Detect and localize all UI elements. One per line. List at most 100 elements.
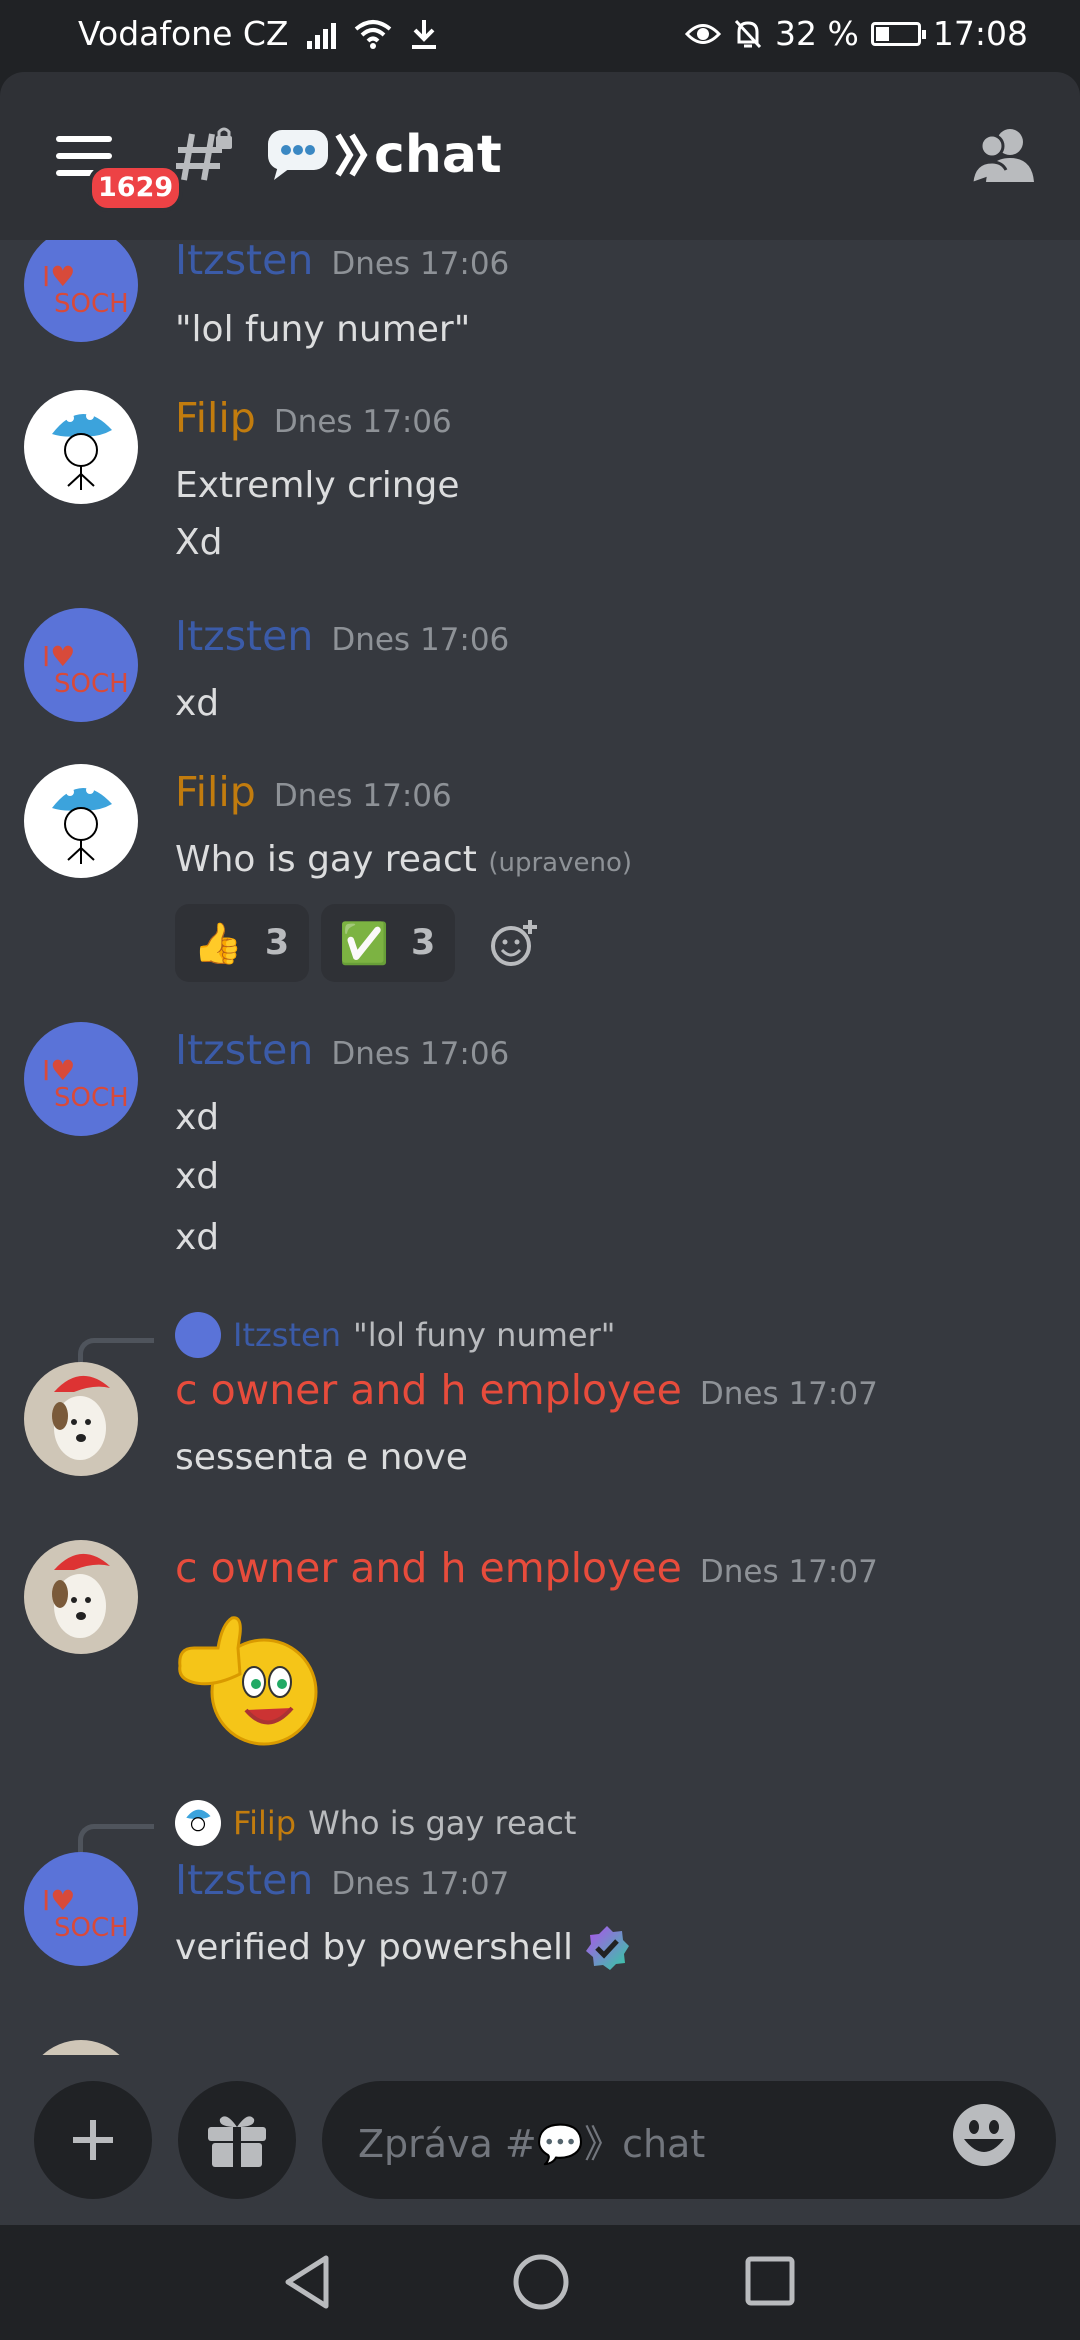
username[interactable]: c owner and h employee	[175, 1366, 682, 1414]
wifi-icon	[354, 19, 391, 49]
thumbs-up-emoji: 👍	[193, 920, 243, 967]
message-input[interactable]: Zpráva #💬》chat	[322, 2081, 1056, 2199]
add-reaction-icon[interactable]	[489, 918, 539, 968]
battery-icon	[870, 21, 926, 46]
eye-icon	[685, 23, 722, 44]
system-nav-bar	[0, 2225, 1080, 2340]
timestamp: Dnes 17:06	[331, 1036, 510, 1072]
message-text: xd	[175, 1217, 220, 1258]
double-chevron-icon	[335, 133, 368, 177]
reply-text: "lol funy numer"	[352, 1316, 616, 1354]
message-text: Xd	[175, 522, 223, 563]
timestamp: Dnes 17:06	[331, 246, 510, 282]
svg-text:SOCH: SOCH	[54, 289, 129, 319]
message-text: xd	[175, 1156, 220, 1197]
reply-preview[interactable]: Filip Who is gay react	[175, 1800, 576, 1846]
avatar[interactable]	[24, 1362, 138, 1476]
message-text-row: Who is gay react (upraveno)	[175, 830, 632, 893]
reaction-check[interactable]: ✅ 3	[321, 904, 456, 982]
reply-text: Who is gay react	[308, 1804, 577, 1842]
reply-author: Itzsten	[233, 1316, 341, 1354]
avatar[interactable]	[24, 2040, 138, 2055]
message-text: verified by powershell	[175, 1927, 573, 1968]
reply-connector	[78, 1824, 154, 1854]
message-text: sessenta e nove	[175, 1437, 468, 1478]
avatar-image	[52, 1375, 110, 1460]
message-text: Who is gay react	[175, 839, 477, 880]
reply-avatar	[175, 1800, 221, 1846]
message-input-placeholder: Zpráva #💬》chat	[358, 2121, 706, 2166]
speech-bubble-icon	[268, 130, 328, 180]
username[interactable]: Itzsten	[175, 1026, 313, 1074]
gift-button[interactable]	[178, 2081, 296, 2199]
avatar[interactable]	[24, 764, 138, 878]
avatar[interactable]: I♥ SOCH	[24, 240, 138, 342]
timestamp: Dnes 17:06	[331, 622, 510, 658]
check-mark-emoji: ✅	[339, 920, 389, 967]
battery-percent: 32 %	[775, 14, 859, 53]
avatar-image: I♥SOCH	[42, 640, 129, 699]
bell-muted-icon	[734, 19, 762, 48]
avatar-image	[186, 1809, 211, 1832]
reaction-count: 3	[410, 923, 436, 963]
download-icon	[411, 19, 436, 49]
avatar[interactable]: I♥ SOCH	[24, 1022, 138, 1136]
recents-square-icon[interactable]	[744, 2255, 796, 2307]
svg-text:SOCH: SOCH	[54, 1913, 129, 1943]
reactions: 👍 3 ✅ 3	[175, 904, 539, 982]
message-text: Extremly cringe	[175, 465, 460, 506]
gift-icon	[208, 2116, 266, 2167]
username[interactable]: Filip	[175, 768, 256, 816]
notification-badge: 1629	[88, 164, 184, 212]
avatar[interactable]: I♥ SOCH	[24, 1852, 138, 1966]
plus-icon	[73, 2120, 113, 2160]
reply-author: Filip	[233, 1804, 297, 1842]
edited-label: (upraveno)	[488, 848, 632, 878]
back-triangle-icon[interactable]	[282, 2253, 332, 2311]
timestamp: Dnes 17:06	[273, 404, 452, 440]
reaction-thumbs-up[interactable]: 👍 3	[175, 904, 310, 982]
battery-fill	[875, 26, 889, 41]
thumbs-up-smiley-image	[178, 1616, 318, 1746]
message-text: "lol funy numer"	[175, 309, 471, 350]
emoji-icon[interactable]	[950, 2101, 1018, 2169]
reply-avatar	[175, 1312, 221, 1358]
avatar-image: I♥SOCH	[42, 1884, 129, 1943]
members-icon[interactable]	[970, 124, 1038, 184]
status-bar: Vodafone CZ 32 % 17:08	[0, 0, 1080, 72]
locked-hash-icon	[176, 127, 232, 181]
reaction-count: 3	[264, 923, 290, 963]
timestamp: Dnes 17:06	[273, 778, 452, 814]
avatar-image	[52, 1553, 110, 1638]
header-panel	[0, 72, 1080, 240]
channel-name: chat	[374, 125, 502, 185]
avatar[interactable]	[24, 390, 138, 504]
clock: 17:08	[932, 14, 1028, 53]
add-button[interactable]	[34, 2081, 152, 2199]
channel-header: 1629 chat	[0, 72, 1080, 240]
username[interactable]: c owner and h employee	[175, 1544, 682, 1592]
message-text-row: verified by powershell	[175, 1918, 631, 1978]
verified-badge-icon	[585, 1926, 629, 1970]
username[interactable]: Filip	[175, 394, 256, 442]
avatar[interactable]	[24, 1540, 138, 1654]
composer: Zpráva #💬》chat	[0, 2055, 1080, 2225]
message-text: xd	[175, 683, 220, 724]
message-list[interactable]: I♥ SOCH Itzsten Dnes 17:06 "lol funy nume…	[0, 240, 1080, 2055]
home-circle-icon[interactable]	[512, 2253, 570, 2311]
reply-preview[interactable]: Itzsten "lol funy numer"	[175, 1312, 615, 1358]
channel-title: chat	[266, 120, 502, 190]
avatar-image: I♥SOCH	[42, 260, 129, 319]
avatar[interactable]: I♥ SOCH	[24, 608, 138, 722]
carrier-label: Vodafone CZ	[78, 14, 289, 53]
svg-text:SOCH: SOCH	[54, 1083, 129, 1113]
timestamp: Dnes 17:07	[331, 1866, 510, 1902]
message-text: xd	[175, 1097, 220, 1138]
timestamp: Dnes 17:07	[699, 1554, 878, 1590]
username[interactable]: Itzsten	[175, 612, 313, 660]
avatar-image	[52, 412, 112, 490]
avatar-image: I♥SOCH	[42, 1054, 129, 1113]
username[interactable]: Itzsten	[175, 240, 313, 284]
avatar-image	[52, 786, 112, 864]
username[interactable]: Itzsten	[175, 1856, 313, 1904]
